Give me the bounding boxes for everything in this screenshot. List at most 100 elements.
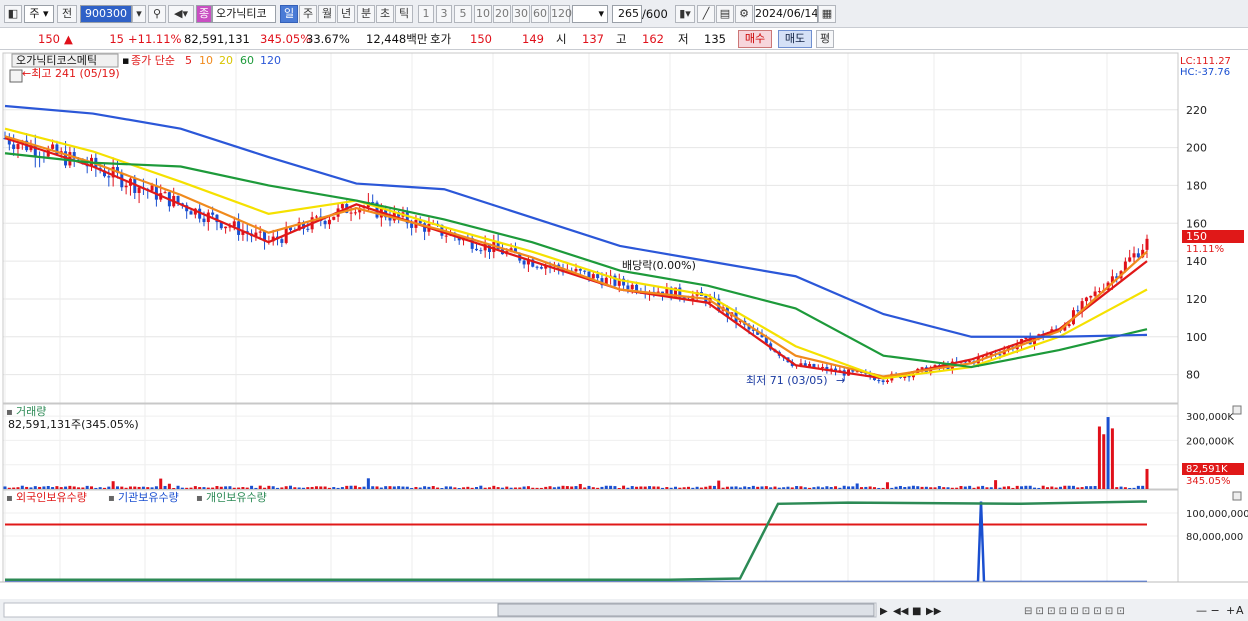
interval-30[interactable]: 30 bbox=[512, 5, 530, 23]
gear-icon[interactable]: ⚙ bbox=[735, 5, 753, 23]
volume-bar bbox=[418, 487, 422, 489]
price-tick-label: 180 bbox=[1186, 179, 1207, 192]
interval-120[interactable]: 120 bbox=[550, 5, 572, 23]
period-week-tab[interactable]: 주 bbox=[299, 5, 317, 23]
volume-bar bbox=[1128, 487, 1132, 489]
volume-bar bbox=[635, 486, 639, 489]
volume-bar bbox=[202, 487, 206, 489]
high-label: 고 bbox=[616, 32, 627, 46]
zoom-out-icon[interactable]: — − bbox=[1196, 604, 1220, 617]
volume-bar bbox=[1084, 486, 1088, 489]
volume-bar bbox=[643, 486, 647, 489]
period-year-tab[interactable]: 년 bbox=[337, 5, 355, 23]
volume-bar bbox=[85, 485, 89, 489]
volume-bar bbox=[1119, 486, 1123, 489]
prev-button[interactable]: 전 bbox=[57, 5, 77, 23]
stop-icon[interactable]: ■ bbox=[912, 606, 921, 617]
toolbar: ◧ 주 ▾ 전 900300 ▾ ⚲ ◀▾ 종 오가닉티코 일 주 월 년 분 … bbox=[0, 0, 1248, 28]
speaker-icon[interactable]: ◀▾ bbox=[168, 5, 194, 23]
date-input[interactable]: 2024/06/14 bbox=[754, 5, 818, 23]
count-input[interactable]: 265 bbox=[612, 5, 642, 23]
candle-body bbox=[306, 228, 310, 230]
candle-body bbox=[258, 231, 262, 233]
volume-bar bbox=[64, 486, 68, 489]
volume-bar bbox=[704, 486, 708, 489]
volume-bar bbox=[107, 486, 111, 489]
volume-bar bbox=[591, 487, 595, 489]
volume-bar bbox=[1007, 486, 1011, 489]
volume-bar bbox=[1141, 485, 1145, 489]
volume-bar bbox=[55, 486, 59, 489]
interval-10[interactable]: 10 bbox=[474, 5, 492, 23]
quote-change-pct: +11.11% bbox=[128, 32, 182, 46]
holdings-legend-square: ▪ bbox=[6, 493, 13, 504]
candle-body bbox=[596, 274, 600, 279]
buy-button[interactable]: 매수 bbox=[738, 30, 772, 48]
avg-button[interactable]: 평 bbox=[816, 30, 834, 48]
period-second-tab[interactable]: 초 bbox=[376, 5, 394, 23]
volume-bar bbox=[803, 487, 807, 489]
sell-button[interactable]: 매도 bbox=[778, 30, 812, 48]
draw-tool-icon[interactable]: ╱ bbox=[697, 5, 715, 23]
volume-bar bbox=[1063, 485, 1067, 489]
volume-bar bbox=[622, 485, 626, 489]
volume-bar bbox=[280, 487, 284, 489]
code-dropdown-icon[interactable]: ▾ bbox=[132, 5, 146, 23]
volume-bar bbox=[410, 487, 414, 489]
volume-bar bbox=[483, 487, 487, 489]
price-tick-label: 160 bbox=[1186, 217, 1207, 230]
volume-close-icon[interactable] bbox=[1232, 405, 1242, 415]
interval-5[interactable]: 5 bbox=[454, 5, 472, 23]
volume-bar bbox=[327, 487, 331, 489]
forward-icon[interactable]: ▶▶ bbox=[926, 606, 942, 617]
calendar-icon[interactable]: ▦ bbox=[818, 5, 836, 23]
period-day-tab[interactable]: 일 bbox=[280, 5, 298, 23]
candle-type-icon[interactable]: ▮▾ bbox=[675, 5, 695, 23]
interval-60[interactable]: 60 bbox=[531, 5, 549, 23]
volume-bar bbox=[7, 487, 11, 489]
period-month-tab[interactable]: 월 bbox=[318, 5, 336, 23]
interval-3[interactable]: 3 bbox=[436, 5, 452, 23]
volume-bar bbox=[353, 485, 357, 489]
lc-label: LC:111.27 bbox=[1180, 56, 1231, 67]
quote-ask: 150 bbox=[470, 32, 492, 46]
scrollbar-thumb[interactable] bbox=[497, 603, 875, 617]
period-minute-tab[interactable]: 분 bbox=[357, 5, 375, 23]
scroll-right-icon[interactable]: ▶ bbox=[880, 606, 888, 617]
search-icon[interactable]: ⚲ bbox=[148, 5, 166, 23]
price-tick-label: 140 bbox=[1186, 255, 1207, 268]
volume-bar bbox=[513, 487, 517, 489]
zoom-in-icon[interactable]: + bbox=[1226, 604, 1235, 617]
period-tick-tab[interactable]: 틱 bbox=[395, 5, 413, 23]
grid-icon[interactable] bbox=[9, 69, 23, 83]
volume-bar bbox=[51, 487, 55, 489]
interval-1[interactable]: 1 bbox=[418, 5, 434, 23]
custom-interval-select[interactable]: ▾ bbox=[572, 5, 608, 23]
interval-20[interactable]: 20 bbox=[493, 5, 511, 23]
print-icon[interactable]: ▤ bbox=[716, 5, 734, 23]
holdings-close-icon[interactable] bbox=[1232, 491, 1242, 501]
code-input[interactable]: 900300 bbox=[80, 5, 132, 23]
foreign-legend: 외국인보유수량 bbox=[16, 491, 87, 504]
candle-body bbox=[539, 267, 543, 269]
volume-bar bbox=[319, 486, 323, 489]
volume-bar bbox=[185, 487, 189, 489]
volume-bar bbox=[124, 487, 128, 489]
rewind-icon[interactable]: ◀◀ bbox=[893, 606, 909, 617]
volume-bar bbox=[769, 487, 773, 489]
chart-menu-icon[interactable]: ◧ bbox=[4, 5, 22, 23]
volume-bar bbox=[457, 488, 461, 489]
auto-scale-icon[interactable]: A bbox=[1236, 604, 1244, 617]
quote-low: 135 bbox=[704, 32, 726, 46]
type-select[interactable]: 주 ▾ bbox=[24, 5, 54, 23]
volume-bar bbox=[981, 485, 985, 489]
volume-bar bbox=[1110, 428, 1114, 489]
candle-body bbox=[1145, 238, 1149, 250]
volume-bar bbox=[133, 486, 137, 489]
volume-bar bbox=[453, 487, 457, 489]
price-tick-label: 100 bbox=[1186, 331, 1207, 344]
volume-bar bbox=[310, 486, 314, 489]
volume-bar bbox=[868, 486, 872, 489]
zoom-tools-icon[interactable]: ⊟ ⊡ ⊡ ⊡ ⊡ ⊡ ⊡ ⊡ ⊡ bbox=[1024, 606, 1125, 617]
candle-body bbox=[591, 274, 595, 279]
